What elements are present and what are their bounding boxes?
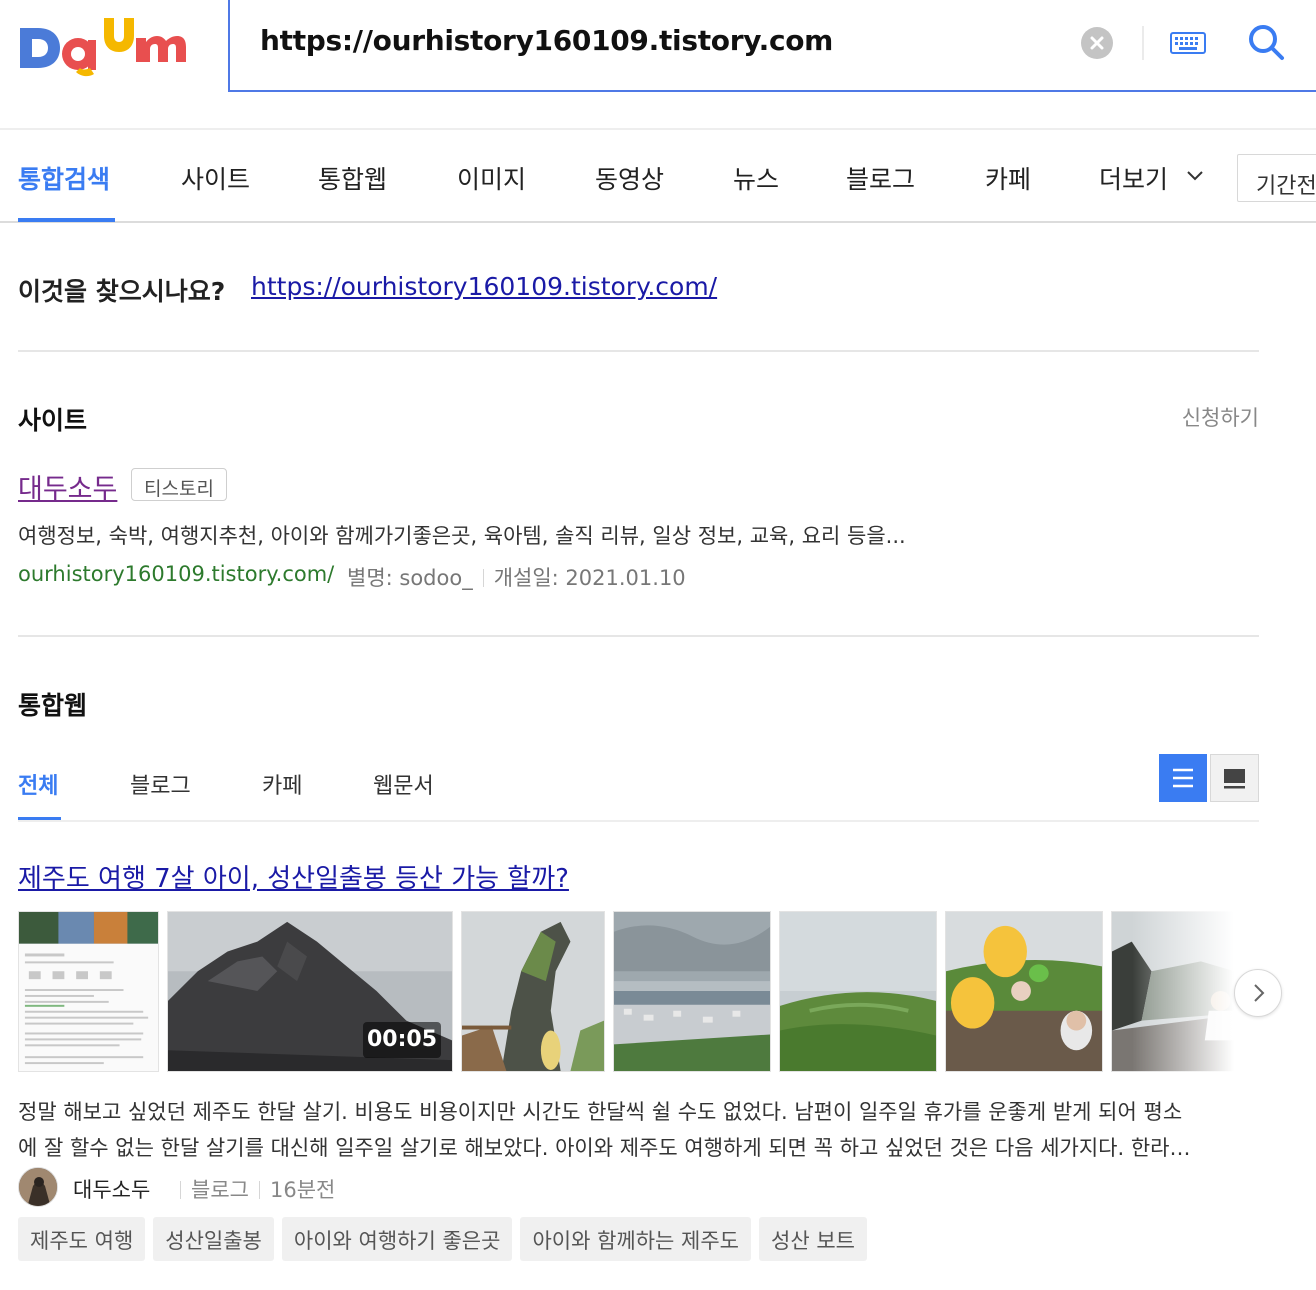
clear-search-button[interactable] bbox=[1081, 27, 1113, 59]
list-icon bbox=[1173, 768, 1193, 788]
thumbnail-photo[interactable] bbox=[613, 911, 771, 1072]
search-header: https://ourhistory160109.tistory.com bbox=[0, 0, 1316, 130]
did-you-mean-label: 이것을 찾으시나요? bbox=[18, 277, 226, 306]
meta-divider bbox=[258, 1181, 260, 1199]
meta-divider bbox=[180, 1181, 181, 1199]
thumbnails-next-button[interactable] bbox=[1234, 969, 1282, 1017]
site-platform-badge: 티스토리 bbox=[131, 468, 227, 501]
section-divider bbox=[18, 635, 1259, 637]
daum-logo[interactable] bbox=[18, 14, 188, 80]
site-name-link[interactable]: 대두소두 bbox=[18, 467, 117, 506]
web-tab-webdocs[interactable]: 웹문서 bbox=[373, 768, 434, 800]
search-button[interactable] bbox=[1246, 22, 1286, 62]
search-divider bbox=[1142, 26, 1144, 60]
tag-chip[interactable]: 아이와 여행하기 좋은곳 bbox=[281, 1217, 513, 1261]
site-meta: 별명: sodoo_ 개설일: 2021.01.10 bbox=[347, 562, 686, 592]
site-description: 여행정보, 숙박, 여행지추천, 아이와 함께가기좋은곳, 육아템, 솔직 리뷰… bbox=[18, 524, 906, 548]
card-view-icon bbox=[1224, 769, 1245, 789]
result-description-line: 정말 해보고 싶었던 제주도 한달 살기. 비용도 비용이지만 시간도 한달씩 … bbox=[18, 1100, 1183, 1124]
did-you-mean-link[interactable]: https://ourhistory160109.tistory.com/ bbox=[251, 272, 717, 301]
search-box: https://ourhistory160109.tistory.com bbox=[228, 0, 1316, 92]
thumbnail-document[interactable] bbox=[18, 911, 159, 1072]
thumbnail-photo[interactable] bbox=[945, 911, 1103, 1072]
result-time: 16분전 bbox=[269, 1178, 336, 1202]
active-web-tab-indicator bbox=[18, 817, 61, 820]
result-title-link[interactable]: 제주도 여행 7살 아이, 성산일출봉 등산 가능 할까? bbox=[18, 858, 569, 895]
result-author[interactable]: 대두소두 bbox=[73, 1174, 150, 1204]
tag-chip[interactable]: 아이와 함께하는 제주도 bbox=[520, 1217, 752, 1261]
chevron-down-icon[interactable] bbox=[1186, 168, 1204, 182]
result-thumbnails bbox=[18, 911, 1252, 1073]
keyboard-icon bbox=[1170, 32, 1206, 54]
web-tab-all[interactable]: 전체 bbox=[18, 768, 58, 800]
thumbnail-photo[interactable] bbox=[461, 911, 605, 1072]
web-tab-cafe[interactable]: 카페 bbox=[262, 768, 302, 800]
site-alias: 별명: sodoo_ bbox=[347, 566, 473, 590]
list-view-toggle[interactable] bbox=[1159, 754, 1207, 802]
web-tab-blog[interactable]: 블로그 bbox=[130, 768, 191, 800]
tabs-baseline bbox=[18, 820, 1259, 822]
search-tabs: 통합검색 사이트 통합웹 이미지 동영상 뉴스 블로그 카페 더보기 기간전 bbox=[0, 132, 1316, 223]
section-divider bbox=[18, 350, 1259, 352]
chevron-right-icon bbox=[1254, 984, 1265, 1002]
tab-integrated-web[interactable]: 통합웹 bbox=[318, 160, 387, 196]
meta-divider bbox=[482, 569, 484, 587]
result-description-line: 에 잘 할수 없는 한달 살기를 대신해 일주일 살기로 해보았다. 아이와 제… bbox=[18, 1136, 1191, 1160]
thumbnail-photo[interactable] bbox=[779, 911, 937, 1072]
card-view-toggle[interactable] bbox=[1210, 754, 1259, 802]
tab-news[interactable]: 뉴스 bbox=[733, 160, 779, 196]
tab-more[interactable]: 더보기 bbox=[1099, 160, 1168, 196]
tag-chip[interactable]: 성산 보트 bbox=[759, 1217, 867, 1261]
site-section-title: 사이트 bbox=[18, 406, 88, 435]
site-opened-date: 개설일: 2021.01.10 bbox=[493, 566, 686, 590]
period-filter-button[interactable]: 기간전 bbox=[1237, 154, 1316, 202]
search-icon bbox=[1249, 25, 1284, 60]
video-duration: 00:05 bbox=[363, 1022, 441, 1058]
tab-image[interactable]: 이미지 bbox=[457, 160, 526, 196]
result-tags: 제주도 여행 성산일출봉 아이와 여행하기 좋은곳 아이와 함께하는 제주도 성… bbox=[18, 1217, 875, 1261]
close-icon bbox=[1090, 36, 1104, 50]
tab-video[interactable]: 동영상 bbox=[595, 160, 664, 196]
tab-site[interactable]: 사이트 bbox=[181, 160, 250, 196]
web-section-title: 통합웹 bbox=[18, 691, 88, 720]
avatar[interactable] bbox=[18, 1167, 58, 1207]
keyboard-button[interactable] bbox=[1170, 30, 1206, 56]
result-meta: 블로그 16분전 bbox=[170, 1174, 335, 1204]
active-tab-indicator bbox=[18, 218, 115, 222]
result-description: 정말 해보고 싶었던 제주도 한달 살기. 비용도 비용이지만 시간도 한달씩 … bbox=[18, 1094, 1258, 1166]
tag-chip[interactable]: 제주도 여행 bbox=[18, 1217, 146, 1261]
tab-cafe[interactable]: 카페 bbox=[985, 160, 1031, 196]
tag-chip[interactable]: 성산일출봉 bbox=[153, 1217, 274, 1261]
site-url-link[interactable]: ourhistory160109.tistory.com/ bbox=[18, 562, 334, 586]
result-source: 블로그 bbox=[191, 1178, 249, 1202]
tab-integrated-search[interactable]: 통합검색 bbox=[18, 160, 110, 196]
tab-blog[interactable]: 블로그 bbox=[846, 160, 915, 196]
apply-link[interactable]: 신청하기 bbox=[1182, 402, 1259, 432]
search-input[interactable]: https://ourhistory160109.tistory.com bbox=[260, 24, 833, 57]
